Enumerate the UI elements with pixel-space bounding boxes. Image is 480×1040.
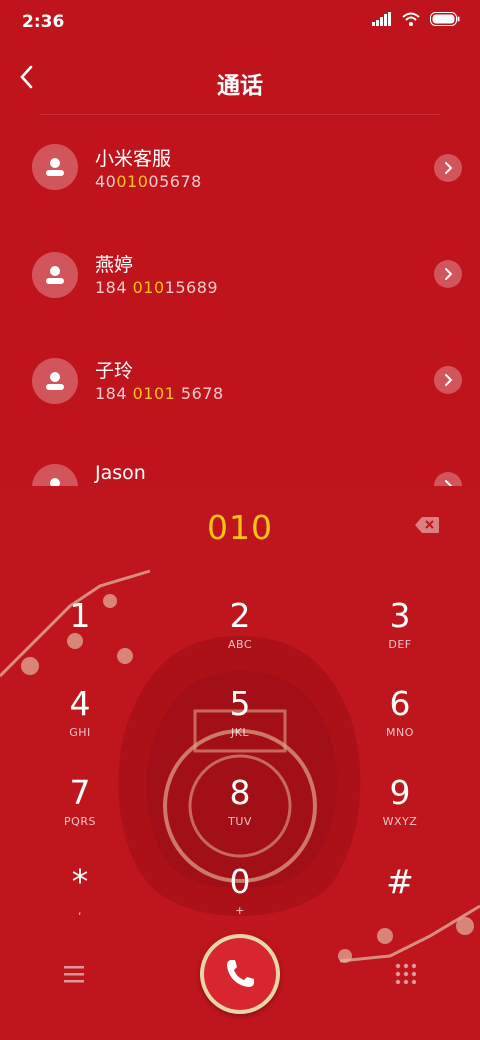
dial-key-2[interactable]: 2 ABC — [185, 596, 295, 676]
chevron-right-icon[interactable] — [434, 472, 462, 486]
key-letters: , — [78, 904, 82, 917]
status-bar: 2:36 — [0, 0, 480, 40]
key-digit: 4 — [69, 684, 91, 723]
contact-name: 小米客服 — [95, 148, 172, 170]
dial-key-0[interactable]: 0 + — [185, 862, 295, 942]
wifi-icon — [402, 12, 420, 26]
key-letters: + — [235, 904, 245, 917]
dial-key-hash[interactable]: # — [345, 862, 455, 942]
contact-name: Jason — [95, 462, 146, 484]
number-prefix: 184 — [95, 278, 133, 297]
contact-name: 燕婷 — [95, 254, 134, 276]
delete-icon[interactable] — [414, 516, 440, 534]
key-digit: * — [71, 862, 89, 901]
number-match: 010 — [116, 172, 149, 191]
status-icons — [372, 12, 460, 26]
phone-icon — [227, 960, 254, 987]
contact-avatar-icon — [32, 252, 78, 298]
contact-number: 184 0101 5678 — [95, 384, 224, 403]
dial-key-9[interactable]: 9 WXYZ — [345, 773, 455, 853]
number-suffix: 05678 — [148, 172, 202, 191]
number-prefix: 40 — [95, 172, 117, 191]
dial-key-3[interactable]: 3 DEF — [345, 596, 455, 676]
dial-key-8[interactable]: 8 TUV — [185, 773, 295, 853]
key-digit: 1 — [69, 596, 91, 635]
dial-key-5[interactable]: 5 JKL — [185, 684, 295, 764]
dial-key-7[interactable]: 7 PQRS — [25, 773, 135, 853]
contact-avatar-icon — [32, 358, 78, 404]
dial-key-star[interactable]: * , — [25, 862, 135, 942]
dial-key-6[interactable]: 6 MNO — [345, 684, 455, 764]
number-prefix: 184 — [95, 384, 133, 403]
contact-number: 4001005678 — [95, 172, 202, 191]
key-digit: 7 — [69, 773, 91, 812]
key-digit: 8 — [229, 773, 251, 812]
key-digit: 2 — [229, 596, 251, 635]
key-digit: 9 — [389, 773, 411, 812]
key-letters: JKL — [230, 726, 250, 739]
number-match: 010 — [132, 278, 165, 297]
key-letters: DEF — [388, 638, 412, 651]
key-letters: WXYZ — [382, 815, 418, 828]
chevron-right-icon[interactable] — [434, 366, 462, 394]
contact-avatar-icon — [32, 464, 78, 486]
page-title: 通话 — [217, 73, 263, 99]
dial-key-4[interactable]: 4 GHI — [25, 684, 135, 764]
dial-key-1[interactable]: 1 — [25, 596, 135, 676]
key-digit: 5 — [229, 684, 251, 723]
list-item[interactable]: 燕婷 184 01015689 — [0, 226, 480, 322]
contact-name: 子玲 — [95, 360, 134, 382]
header-divider — [40, 114, 440, 115]
key-letters: TUV — [228, 815, 252, 828]
dialed-number: 010 — [207, 508, 273, 547]
key-letters: GHI — [69, 726, 91, 739]
list-item[interactable]: 小米客服 4001005678 — [0, 120, 480, 216]
header: 通话 — [0, 40, 480, 114]
call-button[interactable] — [200, 934, 280, 1014]
dialpad-grid-icon[interactable] — [394, 962, 418, 986]
contact-list[interactable]: 小米客服 4001005678 燕婷 184 01015689 子玲 184 0… — [0, 120, 480, 486]
battery-icon — [430, 12, 460, 26]
list-item[interactable]: 子玲 184 0101 5678 — [0, 332, 480, 428]
status-time: 2:36 — [22, 12, 65, 32]
list-item[interactable]: Jason — [0, 440, 480, 486]
key-letters: ABC — [227, 638, 253, 651]
chevron-right-icon[interactable] — [434, 260, 462, 288]
key-digit: 3 — [389, 596, 411, 635]
dialpad: 010 1 2 ABC 3 DEF 4 GHI 5 JKL 6 MNO 7 PQ… — [0, 486, 480, 1040]
number-match: 0101 — [132, 384, 176, 403]
chevron-right-icon[interactable] — [434, 154, 462, 182]
number-suffix: 15689 — [164, 278, 219, 297]
number-suffix: 5678 — [175, 384, 224, 403]
key-digit: 6 — [389, 684, 411, 723]
key-letters: PQRS — [64, 815, 96, 828]
signal-icon — [372, 12, 391, 26]
contact-avatar-icon — [32, 144, 78, 190]
key-digit: 0 — [229, 862, 251, 901]
key-letters: MNO — [386, 726, 414, 739]
contact-number: 184 01015689 — [95, 278, 218, 297]
menu-icon[interactable] — [60, 962, 88, 986]
key-digit: # — [386, 862, 414, 901]
